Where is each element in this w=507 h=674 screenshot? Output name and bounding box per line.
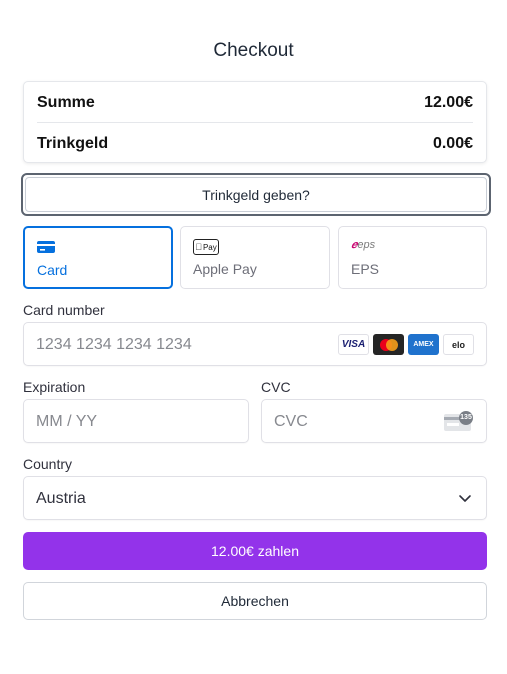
- payment-tab-label: Card: [37, 262, 68, 278]
- cvc-icon-text: 135: [460, 414, 472, 421]
- elo-text: elo: [451, 339, 465, 350]
- payment-tab-card[interactable]: Card: [23, 226, 173, 289]
- summary-row-tip: Trinkgeld 0.00€: [37, 135, 473, 153]
- summary-label: Summe: [37, 94, 95, 111]
- payment-tab-label: EPS: [351, 261, 380, 277]
- summary-value: 12.00€: [424, 94, 473, 111]
- expiration-label: Expiration: [23, 379, 86, 395]
- cvc-input[interactable]: CVC 135: [261, 399, 487, 443]
- summary-label: Trinkgeld: [37, 135, 109, 152]
- eps-icon-text: eps: [357, 239, 376, 251]
- card-number-placeholder: 1234 1234 1234 1234: [36, 336, 192, 353]
- cvc-label: CVC: [261, 379, 291, 395]
- card-icon: [37, 241, 55, 253]
- country-select[interactable]: Austria: [23, 476, 487, 520]
- card-number-input[interactable]: 1234 1234 1234 1234 VISA AMEX elo: [23, 322, 487, 366]
- mastercard-icon: [373, 334, 404, 355]
- cvc-placeholder: CVC: [274, 413, 308, 430]
- summary-value: 0.00€: [432, 135, 473, 152]
- cancel-button-label: Abbrechen: [221, 593, 289, 609]
- apple-pay-icon-text: Pay: [199, 242, 217, 252]
- elo-icon: elo: [443, 334, 474, 355]
- order-summary: Summe 12.00€ Trinkgeld 0.00€: [23, 81, 487, 163]
- card-brands: VISA AMEX elo: [338, 334, 474, 355]
- cvc-card-icon: 135: [444, 411, 473, 432]
- visa-text: VISA: [341, 339, 366, 350]
- payment-tab-apple-pay[interactable]: Pay Apple Pay: [180, 226, 330, 289]
- cancel-button[interactable]: Abbrechen: [23, 582, 487, 620]
- summary-row-total: Summe 12.00€: [37, 94, 473, 112]
- expiration-placeholder: MM / YY: [36, 413, 98, 430]
- give-tip-button[interactable]: Trinkgeld geben?: [21, 173, 491, 216]
- amex-icon: AMEX: [408, 334, 439, 355]
- visa-icon: VISA: [338, 334, 369, 355]
- card-number-label: Card number: [23, 302, 105, 318]
- page-title: Checkout: [213, 40, 294, 61]
- divider: [37, 122, 473, 123]
- payment-tab-label: Apple Pay: [193, 261, 257, 277]
- eps-icon: 𝒆eps: [351, 239, 376, 251]
- give-tip-label: Trinkgeld geben?: [202, 186, 310, 203]
- country-value: Austria: [36, 490, 86, 507]
- pay-button-label: 12.00€ zahlen: [211, 543, 299, 559]
- chevron-down-icon: [459, 495, 471, 502]
- pay-button[interactable]: 12.00€ zahlen: [23, 532, 487, 570]
- expiration-input[interactable]: MM / YY: [23, 399, 249, 443]
- country-label: Country: [23, 456, 73, 472]
- payment-tab-eps[interactable]: 𝒆eps EPS: [338, 226, 487, 289]
- amex-text: AMEX: [413, 341, 434, 348]
- apple-pay-icon: Pay: [193, 239, 219, 255]
